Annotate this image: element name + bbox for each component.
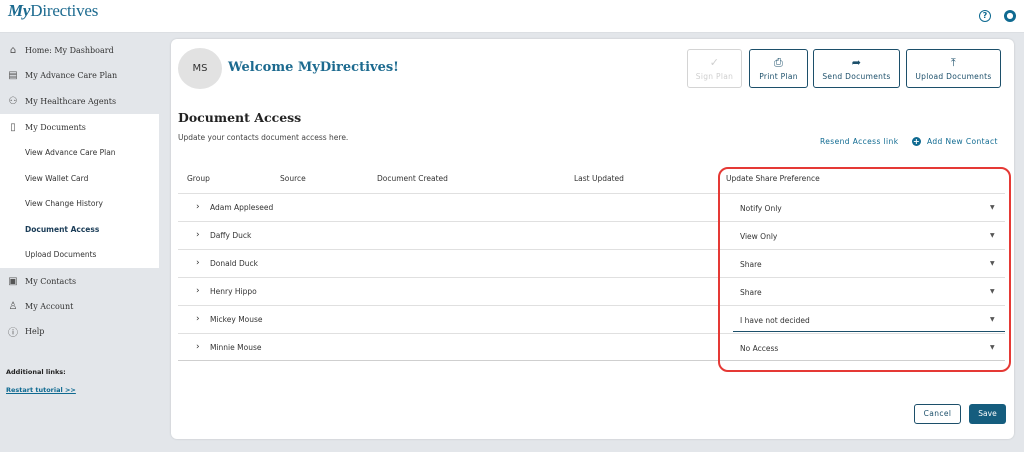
sidebar-item-label: Home: My Dashboard: [25, 45, 114, 55]
resend-access-link[interactable]: Resend Access link: [820, 137, 898, 146]
top-bar: MyDirectives ? ●: [0, 0, 1024, 33]
person-icon: ♙: [8, 300, 18, 312]
agents-icon: ⚇: [8, 95, 18, 107]
column-group: Group: [187, 174, 210, 183]
info-icon: ⓘ: [8, 327, 18, 339]
submenu-view-wallet-card[interactable]: View Wallet Card: [25, 172, 88, 186]
sidebar-item-help[interactable]: ⓘ Help: [0, 319, 160, 343]
plus-icon: +: [912, 137, 921, 146]
additional-links-label: Additional links:: [6, 368, 66, 376]
sidebar-item-advance-care-plan[interactable]: ▤ My Advance Care Plan: [0, 63, 160, 87]
contact-name: Mickey Mouse: [210, 315, 263, 324]
sidebar-item-label: My Contacts: [25, 276, 77, 286]
welcome-title: Welcome MyDirectives!: [228, 60, 399, 75]
sidebar-item-label: My Documents: [25, 122, 86, 132]
user-icon[interactable]: ●: [1004, 10, 1016, 22]
highlight-annotation: [718, 167, 1011, 372]
contact-name: Henry Hippo: [210, 287, 257, 296]
sidebar-item-home[interactable]: ⌂ Home: My Dashboard: [0, 38, 160, 62]
contacts-icon: ▣: [8, 275, 18, 287]
check-icon: ✓: [709, 56, 720, 69]
sidebar-item-healthcare-agents[interactable]: ⚇ My Healthcare Agents: [0, 89, 160, 113]
submenu-view-advance-care-plan[interactable]: View Advance Care Plan: [25, 146, 116, 160]
avatar: MS: [178, 48, 222, 89]
button-label: Send Documents: [822, 72, 891, 81]
sidebar-item-my-contacts[interactable]: ▣ My Contacts: [0, 269, 160, 293]
submenu-document-access[interactable]: Document Access: [25, 223, 99, 237]
submenu-upload-documents[interactable]: Upload Documents: [25, 248, 96, 262]
contact-name: Adam Appleseed: [210, 203, 274, 212]
contact-name: Minnie Mouse: [210, 343, 262, 352]
print-plan-button[interactable]: ⎙ Print Plan: [749, 49, 808, 88]
add-contact-label: Add New Contact: [927, 137, 998, 146]
upload-documents-button[interactable]: ⤒ Upload Documents: [906, 49, 1001, 88]
file-icon: ▯: [10, 121, 16, 133]
sidebar: ⌂ Home: My Dashboard ▤ My Advance Care Pla…: [0, 34, 160, 452]
help-icon[interactable]: ?: [979, 10, 991, 22]
cancel-button[interactable]: Cancel: [914, 404, 961, 424]
chevron-right-icon[interactable]: ›: [196, 314, 200, 324]
sidebar-item-my-account[interactable]: ♙ My Account: [0, 294, 160, 318]
printer-icon: ⎙: [773, 56, 784, 69]
share-icon: ➦: [851, 56, 862, 69]
button-label: Print Plan: [759, 72, 798, 81]
page-subtitle: Update your contacts document access her…: [178, 133, 349, 142]
restart-tutorial-link[interactable]: Restart tutorial >>: [6, 386, 76, 394]
sidebar-item-label: My Healthcare Agents: [25, 96, 117, 106]
chevron-right-icon[interactable]: ›: [196, 202, 200, 212]
chevron-right-icon[interactable]: ›: [196, 342, 200, 352]
sidebar-item-label: Help: [25, 326, 45, 336]
button-label: Sign Plan: [695, 72, 734, 81]
chevron-right-icon[interactable]: ›: [196, 230, 200, 240]
sidebar-item-my-documents[interactable]: ▯ My Documents: [0, 115, 160, 139]
upload-icon: ⤒: [950, 56, 957, 69]
submenu-view-change-history[interactable]: View Change History: [25, 197, 103, 211]
send-documents-button[interactable]: ➦ Send Documents: [813, 49, 900, 88]
chevron-right-icon[interactable]: ›: [196, 258, 200, 268]
page-title: Document Access: [178, 110, 302, 125]
save-button[interactable]: Save: [969, 404, 1006, 424]
contact-name: Daffy Duck: [210, 231, 252, 240]
home-icon: ⌂: [9, 44, 17, 56]
chevron-right-icon[interactable]: ›: [196, 286, 200, 296]
mydirectives-logo[interactable]: MyDirectives: [8, 1, 98, 21]
column-last-updated: Last Updated: [574, 174, 624, 183]
column-source: Source: [280, 174, 306, 183]
sidebar-item-label: My Account: [25, 301, 74, 311]
button-label: Upload Documents: [915, 72, 992, 81]
document-icon: ▤: [8, 69, 18, 81]
column-document-created: Document Created: [377, 174, 448, 183]
add-new-contact-button[interactable]: + Add New Contact: [912, 137, 998, 146]
sign-plan-button[interactable]: ✓ Sign Plan: [687, 49, 742, 88]
contact-name: Donald Duck: [210, 259, 258, 268]
sidebar-item-label: My Advance Care Plan: [25, 70, 118, 80]
